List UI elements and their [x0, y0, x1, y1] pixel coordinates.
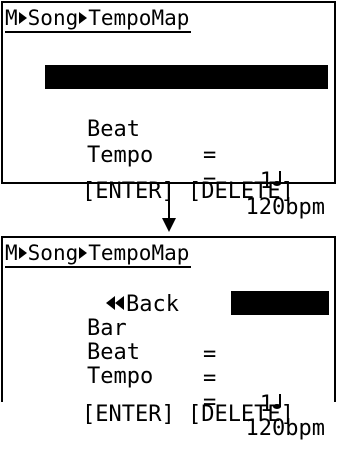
- back-item[interactable]: Back: [53, 39, 179, 90]
- value-highlight: [231, 291, 329, 315]
- footer-actions: [ENTER] [DELETE]: [29, 376, 294, 454]
- enter-button[interactable]: [ENTER]: [82, 402, 175, 427]
- triangle-right-icon: [79, 247, 88, 259]
- path-root: M: [5, 6, 18, 30]
- param-row-tempo[interactable]: Tempo = 120bpm: [3, 338, 338, 441]
- path-song: Song: [27, 6, 79, 30]
- delete-button[interactable]: [DELETE]: [188, 179, 294, 204]
- enter-button[interactable]: [ENTER]: [82, 179, 175, 204]
- menu-path-breadcrumb: M Song TempoMap: [5, 5, 192, 33]
- triangle-right-icon: [18, 12, 27, 24]
- back-item[interactable]: Back: [53, 266, 179, 317]
- path-song: Song: [27, 241, 79, 265]
- param-row-beat[interactable]: Beat = 1: [3, 314, 338, 417]
- param-row-beat[interactable]: Beat = 1: [3, 91, 338, 194]
- path-tempomap: TempoMap: [88, 6, 190, 30]
- menu-path-breadcrumb: M Song TempoMap: [5, 240, 192, 268]
- param-row-bar[interactable]: Bar = 2Bar: [3, 65, 338, 168]
- down-arrow-icon: [162, 184, 176, 232]
- param-row-bar[interactable]: Bar = 2Bar: [3, 290, 338, 419]
- lcd-screen-before: M Song TempoMap Back Bar = 2Bar Beat = 1 T…: [1, 1, 338, 220]
- path-tempomap: TempoMap: [88, 241, 190, 265]
- triangle-right-icon: [79, 12, 88, 24]
- param-row-tempo[interactable]: Tempo = 120bpm: [3, 117, 338, 220]
- triangle-right-icon: [18, 247, 27, 259]
- path-root: M: [5, 241, 18, 265]
- lcd-screen-after: M Song TempoMap Back Bar = 2Bar Beat = 1 T…: [1, 236, 338, 441]
- delete-button[interactable]: [DELETE]: [188, 402, 294, 427]
